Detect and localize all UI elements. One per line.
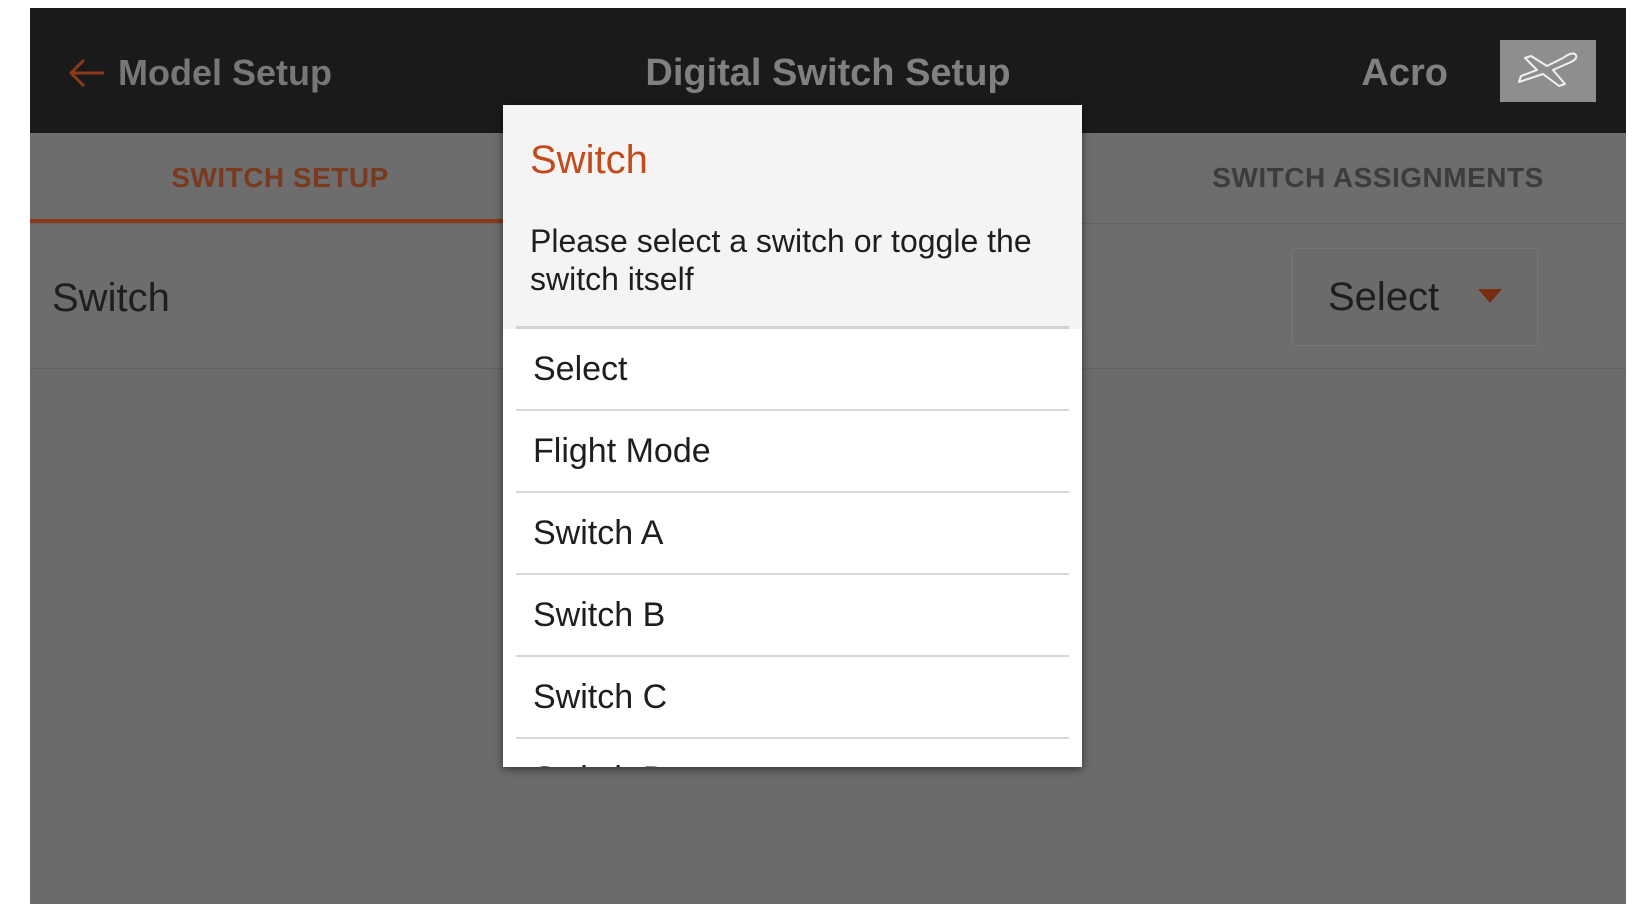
dialog-title: Switch — [530, 138, 648, 182]
tab-switch-setup[interactable]: SWITCH SETUP — [30, 133, 530, 223]
model-type-button[interactable] — [1500, 40, 1596, 102]
dialog-header: Switch Please select a switch or toggle … — [503, 105, 1082, 329]
switch-select-dropdown[interactable]: Select — [1292, 248, 1538, 346]
model-name: Acro — [1361, 52, 1448, 94]
switch-picker-dialog: Switch Please select a switch or toggle … — [503, 105, 1082, 767]
option-switch-c[interactable]: Switch C — [516, 657, 1069, 739]
dropdown-caret-icon — [1478, 289, 1502, 303]
option-switch-b[interactable]: Switch B — [516, 575, 1069, 657]
option-flight-mode[interactable]: Flight Mode — [516, 411, 1069, 493]
airplane-icon — [1518, 52, 1578, 87]
switch-option-list[interactable]: Select Flight Mode Switch A Switch B Swi… — [516, 329, 1069, 767]
switch-select-value: Select — [1328, 275, 1440, 319]
tab-switch-assignments[interactable]: SWITCH ASSIGNMENTS — [1130, 133, 1626, 223]
option-switch-a[interactable]: Switch A — [516, 493, 1069, 575]
option-switch-d[interactable]: Switch D — [516, 739, 1069, 767]
dialog-message: Please select a switch or toggle the swi… — [530, 223, 1032, 297]
tab-switch-assignments-label: SWITCH ASSIGNMENTS — [1212, 162, 1544, 193]
tab-switch-setup-label: SWITCH SETUP — [171, 162, 389, 193]
active-tab-indicator — [30, 219, 530, 223]
switch-label: Switch — [52, 276, 170, 320]
option-select[interactable]: Select — [516, 329, 1069, 411]
